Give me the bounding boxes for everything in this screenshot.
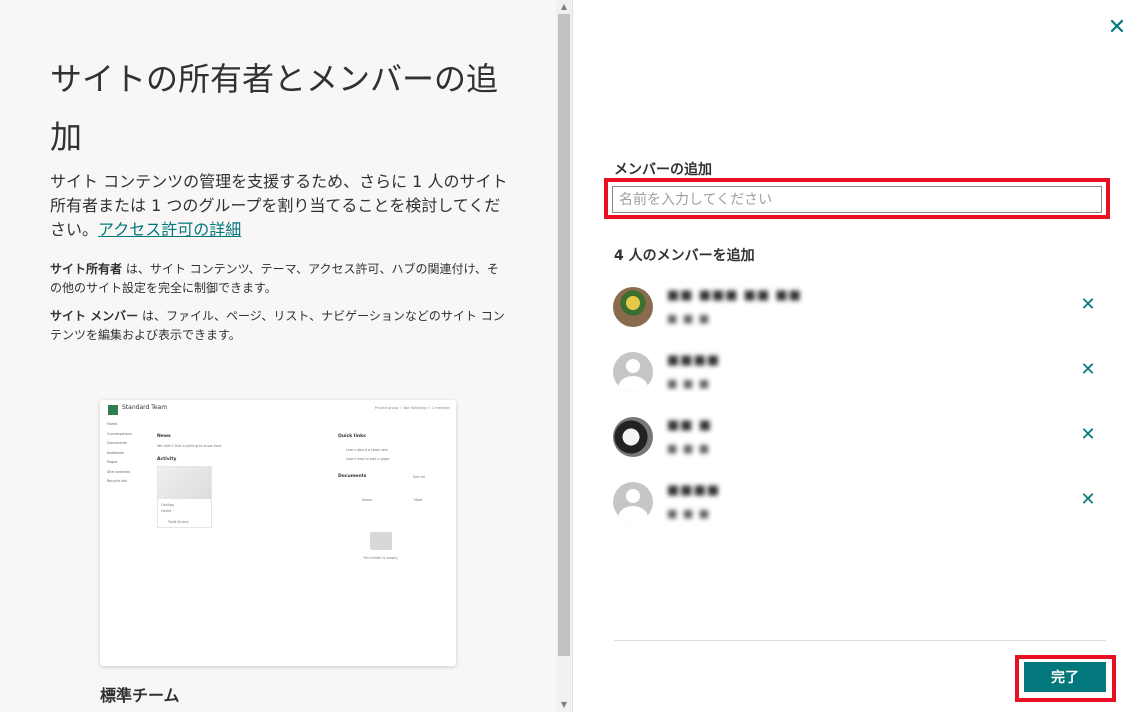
member-term: サイト メンバー xyxy=(50,309,139,323)
preview-site-logo xyxy=(108,405,118,415)
preview-documents-heading: Documents xyxy=(338,474,367,479)
preview-activity-card: GetApp Home Todd Kinsey xyxy=(157,466,212,528)
preview-quicklinks-heading: Quick links xyxy=(338,434,366,439)
member-name: ■■ ■■■ ■■ ■■ xyxy=(667,288,802,303)
permissions-link[interactable]: アクセス許可の詳細 xyxy=(98,220,241,239)
add-members-label: メンバーの追加 xyxy=(614,162,712,178)
member-count-label: 4 人のメンバーを追加 xyxy=(614,248,755,264)
footer-divider xyxy=(614,640,1106,641)
owner-term: サイト所有者 xyxy=(50,262,123,276)
preview-nav-item: Pages xyxy=(107,460,118,464)
preview-site-name: Standard Team xyxy=(122,404,168,411)
preview-card-title: GetApp xyxy=(161,503,175,507)
description: サイト コンテンツの管理を支援するため、さらに 1 人のサイト所有者または 1 … xyxy=(50,170,510,242)
member-item: ■■ ■ ■ ■ ■ ✕ xyxy=(613,412,1103,462)
avatar xyxy=(613,287,653,327)
preview-quicklink: Learn how to add a page xyxy=(346,457,390,461)
preview-card-sub: Home xyxy=(161,509,172,513)
preview-card-person: Todd Kinsey xyxy=(168,520,189,524)
preview-nav-item: Notebook xyxy=(107,450,124,455)
member-paragraph: サイト メンバー は、ファイル、ページ、リスト、ナビゲーションなどのサイト コン… xyxy=(50,307,510,345)
preview-see-all: See all xyxy=(413,475,425,479)
preview-nav-item: Recycle bin xyxy=(107,479,127,483)
page-title: サイトの所有者とメンバーの追加 xyxy=(50,60,499,156)
preview-caption: 標準チーム xyxy=(100,686,180,705)
scroll-up-arrow-icon[interactable]: ▲ xyxy=(556,0,572,14)
preview-news-text: We didn't find anything to show here xyxy=(157,444,222,448)
scroll-thumb[interactable] xyxy=(558,14,570,656)
member-item: ■■■■ ■ ■ ■ ✕ xyxy=(613,477,1103,527)
preview-news-heading: News xyxy=(157,434,171,439)
remove-member-icon[interactable]: ✕ xyxy=(1077,424,1099,446)
member-name: ■■■■ xyxy=(667,483,721,498)
preview-quicklink: Learn about a team site xyxy=(346,448,388,452)
preview-empty-folder-icon xyxy=(370,532,392,550)
owner-paragraph: サイト所有者 は、サイト コンテンツ、テーマ、アクセス許可、ハブの関連付け、その… xyxy=(50,260,510,298)
member-name: ■■ ■ xyxy=(667,418,712,433)
member-email: ■ ■ ■ xyxy=(667,507,711,520)
avatar xyxy=(613,482,653,522)
member-name: ■■■■ xyxy=(667,353,721,368)
done-button[interactable]: 完了 xyxy=(1024,662,1106,692)
avatar xyxy=(613,352,653,392)
preview-doc-col-name: Name xyxy=(362,498,373,502)
member-email: ■ ■ ■ xyxy=(667,312,711,325)
scrollbar[interactable]: ▲ ▼ xyxy=(556,0,572,712)
member-name-input[interactable] xyxy=(612,186,1102,213)
member-email: ■ ■ ■ xyxy=(667,442,711,455)
preview-nav-item: Conversations xyxy=(107,431,132,436)
members-panel: ✕ メンバーの追加 4 人のメンバーを追加 ■■ ■■■ ■■ ■■ ■ ■ ■… xyxy=(572,0,1147,712)
preview-nav-item: Site contents xyxy=(107,469,131,474)
info-pane: サイトの所有者とメンバーの追加 サイト コンテンツの管理を支援するため、さらに … xyxy=(0,0,556,712)
site-preview-image: Standard Team Private group ☆ Not follow… xyxy=(100,400,456,666)
avatar xyxy=(613,417,653,457)
preview-doc-col-modified: Modi xyxy=(414,498,423,502)
scroll-down-arrow-icon[interactable]: ▼ xyxy=(556,698,572,712)
member-email: ■ ■ ■ xyxy=(667,377,711,390)
member-item: ■■■■ ■ ■ ■ ✕ xyxy=(613,347,1103,397)
remove-member-icon[interactable]: ✕ xyxy=(1077,489,1099,511)
close-icon[interactable]: ✕ xyxy=(1105,16,1129,40)
preview-activity-heading: Activity xyxy=(157,457,177,462)
preview-top-links: Private group ☆ Not following ⚇ 1 member xyxy=(374,406,450,410)
preview-card-image xyxy=(158,467,211,499)
member-item: ■■ ■■■ ■■ ■■ ■ ■ ■ ✕ xyxy=(613,282,1103,332)
remove-member-icon[interactable]: ✕ xyxy=(1077,359,1099,381)
preview-empty-text: This folder is empty xyxy=(363,556,398,560)
remove-member-icon[interactable]: ✕ xyxy=(1077,294,1099,316)
preview-nav-item: Documents xyxy=(107,441,127,445)
preview-nav-item: Home xyxy=(107,422,118,426)
preview-nav: Home Conversations Documents Notebook Pa… xyxy=(107,420,132,487)
